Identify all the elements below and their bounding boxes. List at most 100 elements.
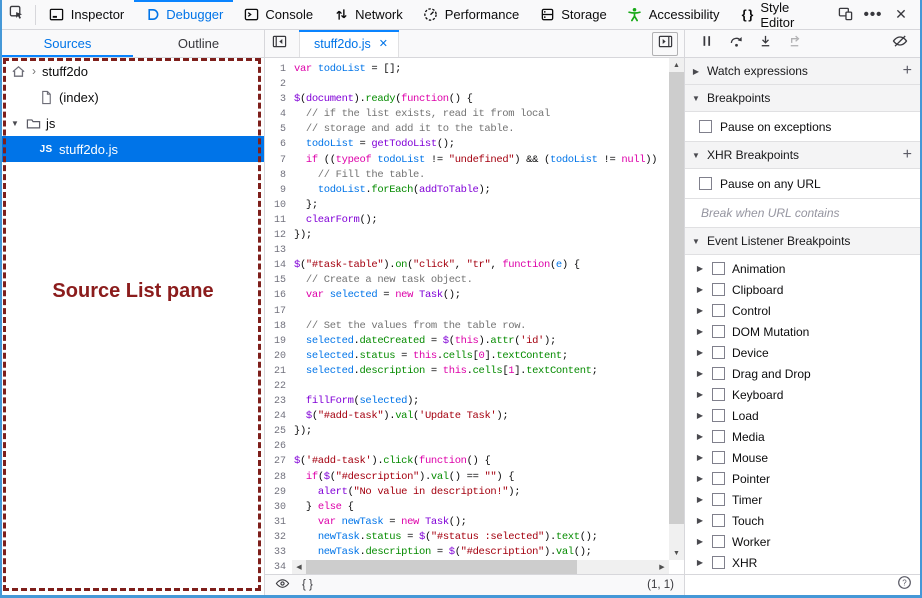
code-line[interactable]: 4 // if the list exists, read it from lo…	[265, 107, 669, 122]
vertical-scrollbar[interactable]: ▲ ▼	[669, 58, 684, 560]
event-category-checkbox[interactable]	[712, 535, 725, 548]
code-line[interactable]: 14$("#task-table").on("click", "tr", fun…	[265, 258, 669, 273]
code-line[interactable]: 32 newTask.status = $("#status :selected…	[265, 530, 669, 545]
line-number[interactable]: 30	[265, 500, 294, 515]
twisty-collapsed-icon[interactable]: ▶	[695, 516, 705, 525]
tree-item-stuff2do[interactable]: ›stuff2do	[2, 58, 264, 84]
pause-on-any-url-row[interactable]: Pause on any URL	[685, 169, 920, 199]
twisty-collapsed-icon[interactable]: ▶	[695, 264, 705, 273]
tab-outline[interactable]: Outline	[133, 30, 264, 57]
scroll-down-icon[interactable]: ▼	[669, 546, 684, 560]
pretty-print-button[interactable]: { }	[302, 579, 313, 591]
twisty-expanded-icon[interactable]: ▼	[10, 119, 20, 128]
step-over-button[interactable]	[724, 32, 748, 56]
line-number[interactable]: 20	[265, 349, 294, 364]
close-tab-icon[interactable]: ✕	[379, 37, 388, 50]
line-number[interactable]: 1	[265, 62, 294, 77]
line-number[interactable]: 14	[265, 258, 294, 273]
event-category-media[interactable]: ▶Media	[685, 426, 920, 447]
code-line[interactable]: 27$('#add-task').click(function() {	[265, 454, 669, 469]
event-category-clipboard[interactable]: ▶Clipboard	[685, 279, 920, 300]
code-line[interactable]: 17	[265, 304, 669, 319]
tab-performance[interactable]: Performance	[413, 0, 529, 29]
line-number[interactable]: 9	[265, 183, 294, 198]
line-number[interactable]: 24	[265, 409, 294, 424]
twisty-collapsed-icon[interactable]: ▶	[695, 537, 705, 546]
code-line[interactable]: 16 var selected = new Task();	[265, 288, 669, 303]
code-line[interactable]: 20 selected.status = this.cells[0].textC…	[265, 349, 669, 364]
event-category-device[interactable]: ▶Device	[685, 342, 920, 363]
meatball-menu-button[interactable]: •••	[860, 2, 886, 28]
scroll-right-icon[interactable]: ▶	[655, 560, 669, 574]
line-number[interactable]: 22	[265, 379, 294, 394]
tab-sources[interactable]: Sources	[2, 30, 133, 57]
line-number[interactable]: 15	[265, 273, 294, 288]
vertical-scroll-thumb[interactable]	[669, 72, 684, 524]
event-category-checkbox[interactable]	[712, 514, 725, 527]
line-number[interactable]: 34	[265, 560, 294, 574]
add-xhr-breakpoint-icon[interactable]: +	[903, 146, 912, 164]
scroll-left-icon[interactable]: ◀	[292, 560, 306, 574]
tree-item--index-[interactable]: (index)	[2, 84, 264, 110]
help-button[interactable]: ?	[897, 575, 912, 595]
event-category-checkbox[interactable]	[712, 451, 725, 464]
event-category-checkbox[interactable]	[712, 556, 725, 569]
event-category-checkbox[interactable]	[712, 409, 725, 422]
event-category-timer[interactable]: ▶Timer	[685, 489, 920, 510]
twisty-collapsed-icon[interactable]: ▶	[695, 411, 705, 420]
code-line[interactable]: 18 // Set the values from the table row.	[265, 319, 669, 334]
event-category-checkbox[interactable]	[712, 472, 725, 485]
line-number[interactable]: 10	[265, 198, 294, 213]
eye-icon[interactable]	[275, 576, 290, 594]
breakpoints-header[interactable]: ▼ Breakpoints	[685, 85, 920, 112]
line-number[interactable]: 31	[265, 515, 294, 530]
step-out-button[interactable]	[782, 32, 806, 56]
code-editor[interactable]: 1var todoList = [];23$(document).ready(f…	[265, 58, 685, 595]
tree-item-js[interactable]: ▼js	[2, 110, 264, 136]
event-category-touch[interactable]: ▶Touch	[685, 510, 920, 531]
code-line[interactable]: 12});	[265, 228, 669, 243]
line-number[interactable]: 13	[265, 243, 294, 258]
code-line[interactable]: 25});	[265, 424, 669, 439]
event-category-pointer[interactable]: ▶Pointer	[685, 468, 920, 489]
pause-on-exceptions-checkbox[interactable]	[699, 120, 712, 133]
code-line[interactable]: 24 $("#add-task").val('Update Task');	[265, 409, 669, 424]
event-category-load[interactable]: ▶Load	[685, 405, 920, 426]
event-category-mouse[interactable]: ▶Mouse	[685, 447, 920, 468]
code-line[interactable]: 3$(document).ready(function() {	[265, 92, 669, 107]
code-line[interactable]: 21 selected.description = this.cells[1].…	[265, 364, 669, 379]
twisty-collapsed-icon[interactable]: ▶	[695, 390, 705, 399]
code-line[interactable]: 11 clearForm();	[265, 213, 669, 228]
line-number[interactable]: 28	[265, 470, 294, 485]
collapse-debugger-pane-button[interactable]	[652, 32, 678, 56]
event-listener-breakpoints-header[interactable]: ▼ Event Listener Breakpoints	[685, 228, 920, 255]
code-line[interactable]: 19 selected.dateCreated = $(this).attr('…	[265, 334, 669, 349]
event-category-checkbox[interactable]	[712, 430, 725, 443]
event-category-checkbox[interactable]	[712, 367, 725, 380]
code-line[interactable]: 30 } else {	[265, 500, 669, 515]
close-devtools-button[interactable]: ✕	[888, 2, 914, 28]
ignore-source-button[interactable]	[888, 32, 912, 56]
code-line[interactable]: 26	[265, 439, 669, 454]
event-category-checkbox[interactable]	[712, 325, 725, 338]
line-number[interactable]: 33	[265, 545, 294, 560]
tab-console[interactable]: Console	[233, 0, 323, 29]
tab-style-editor[interactable]: { }Style Editor	[730, 0, 832, 29]
event-category-checkbox[interactable]	[712, 262, 725, 275]
code-line[interactable]: 31 var newTask = new Task();	[265, 515, 669, 530]
xhr-url-input[interactable]	[699, 205, 903, 221]
code-line[interactable]: 10 };	[265, 198, 669, 213]
pause-on-exceptions-row[interactable]: Pause on exceptions	[685, 112, 920, 142]
line-number[interactable]: 32	[265, 530, 294, 545]
horizontal-scrollbar[interactable]: ◀ ▶	[292, 560, 669, 574]
event-category-drag-and-drop[interactable]: ▶Drag and Drop	[685, 363, 920, 384]
line-number[interactable]: 27	[265, 454, 294, 469]
twisty-collapsed-icon[interactable]: ▶	[695, 495, 705, 504]
twisty-collapsed-icon[interactable]: ▶	[695, 306, 705, 315]
event-category-xhr[interactable]: ▶XHR	[685, 552, 920, 573]
line-number[interactable]: 21	[265, 364, 294, 379]
line-number[interactable]: 2	[265, 77, 294, 92]
event-category-control[interactable]: ▶Control	[685, 300, 920, 321]
line-number[interactable]: 3	[265, 92, 294, 107]
code-line[interactable]: 6 todoList = getTodoList();	[265, 137, 669, 152]
